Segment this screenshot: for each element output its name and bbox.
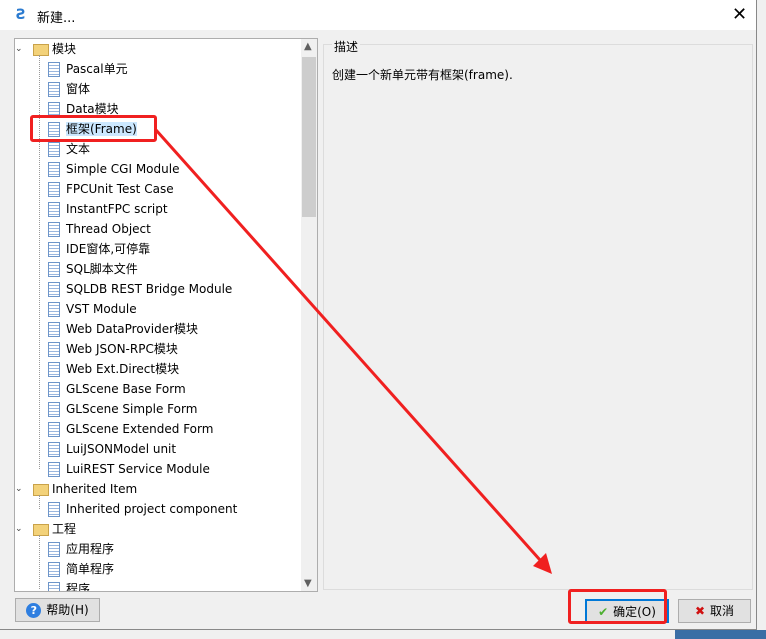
annotation-arrow (154, 129, 552, 574)
